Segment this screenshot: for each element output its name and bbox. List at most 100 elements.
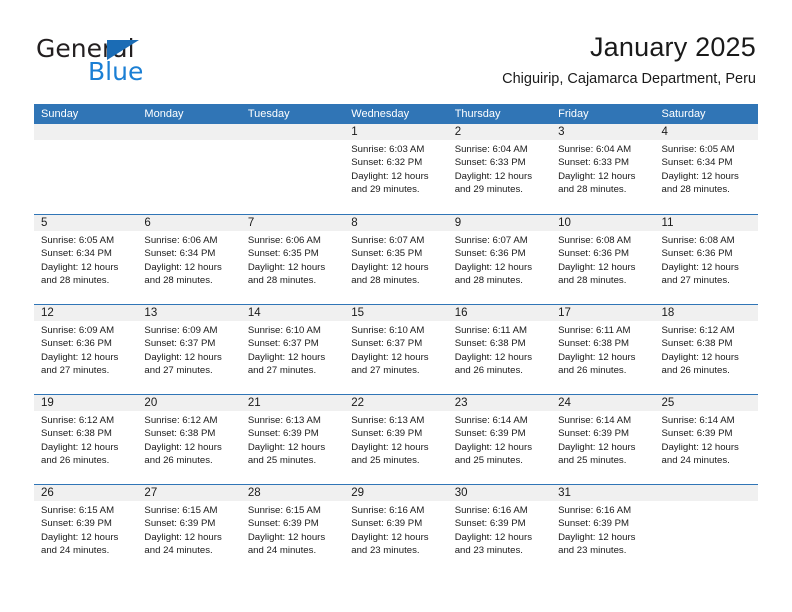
day-cell[interactable]: 12 Sunrise: 6:09 AM Sunset: 6:36 PM Dayligh… bbox=[34, 305, 138, 394]
day-details: Sunrise: 6:13 AM Sunset: 6:39 PM Daylight:… bbox=[344, 411, 447, 468]
day-cell[interactable]: 13 Sunrise: 6:09 AM Sunset: 6:37 PM Dayligh… bbox=[137, 305, 241, 394]
sunrise-text: Sunrise: 6:04 AM bbox=[558, 144, 632, 155]
day-cell[interactable]: 30 Sunrise: 6:16 AM Sunset: 6:39 PM Dayligh… bbox=[447, 485, 552, 574]
sunset-text: Sunset: 6:35 PM bbox=[351, 248, 423, 260]
day-cell[interactable]: 16 Sunrise: 6:11 AM Sunset: 6:38 PM Dayligh… bbox=[447, 305, 552, 394]
calendar-page: General Blue January 2025 Chiguirip, Caj… bbox=[0, 0, 792, 612]
day-details: Sunrise: 6:06 AM Sunset: 6:35 PM Daylight:… bbox=[241, 231, 344, 288]
day-cell[interactable]: 19 Sunrise: 6:12 AM Sunset: 6:38 PM Dayligh… bbox=[34, 395, 138, 484]
sunset-text: Sunset: 6:39 PM bbox=[351, 428, 423, 440]
sunrise-text: Sunrise: 6:16 AM bbox=[558, 505, 632, 516]
sunrise-text: Sunrise: 6:15 AM bbox=[41, 505, 115, 516]
day-details: Sunrise: 6:11 AM Sunset: 6:38 PM Daylight:… bbox=[448, 321, 551, 378]
daylight-text: Daylight: 12 hours and 23 minutes. bbox=[351, 531, 429, 557]
day-cell[interactable]: 14 Sunrise: 6:10 AM Sunset: 6:37 PM Dayligh… bbox=[240, 305, 345, 394]
daylight-text: Daylight: 12 hours and 24 minutes. bbox=[247, 531, 326, 557]
day-details: Sunrise: 6:04 AM Sunset: 6:33 PM Daylight:… bbox=[448, 140, 551, 197]
logo-text-blue: Blue bbox=[88, 57, 144, 86]
sunset-text: Sunset: 6:37 PM bbox=[247, 338, 319, 350]
day-number: 10 bbox=[551, 215, 655, 231]
sunset-text: Sunset: 6:33 PM bbox=[454, 157, 526, 169]
day-number: 3 bbox=[551, 124, 655, 140]
weeks-container: 1 Sunrise: 6:03 AM Sunset: 6:32 PM Daylight… bbox=[34, 124, 758, 574]
day-number: 15 bbox=[344, 305, 448, 321]
day-number: 29 bbox=[344, 485, 448, 501]
day-cell[interactable]: 5 Sunrise: 6:05 AM Sunset: 6:34 PM Daylight… bbox=[34, 215, 138, 304]
sunrise-text: Sunrise: 6:09 AM bbox=[41, 325, 115, 336]
day-cell[interactable]: 17 Sunrise: 6:11 AM Sunset: 6:38 PM Dayligh… bbox=[551, 305, 655, 394]
day-cell[interactable]: 29 Sunrise: 6:16 AM Sunset: 6:39 PM Dayligh… bbox=[344, 485, 448, 574]
day-details: Sunrise: 6:16 AM Sunset: 6:39 PM Daylight:… bbox=[344, 501, 447, 558]
day-cell[interactable]: 7 Sunrise: 6:06 AM Sunset: 6:35 PM Daylight… bbox=[240, 215, 345, 304]
day-number: 14 bbox=[240, 305, 345, 321]
sunrise-text: Sunrise: 6:16 AM bbox=[454, 505, 528, 516]
day-cell[interactable]: 23 Sunrise: 6:14 AM Sunset: 6:39 PM Dayligh… bbox=[447, 395, 552, 484]
sunset-text: Sunset: 6:36 PM bbox=[661, 248, 733, 260]
day-number: 7 bbox=[240, 215, 345, 231]
day-number: 5 bbox=[34, 215, 138, 231]
day-cell[interactable]: 24 Sunrise: 6:14 AM Sunset: 6:39 PM Dayligh… bbox=[551, 395, 655, 484]
day-number: 28 bbox=[240, 485, 345, 501]
day-cell[interactable]: 18 Sunrise: 6:12 AM Sunset: 6:38 PM Dayligh… bbox=[654, 305, 758, 394]
day-details: Sunrise: 6:05 AM Sunset: 6:34 PM Daylight:… bbox=[34, 231, 137, 288]
sunset-text: Sunset: 6:36 PM bbox=[41, 338, 112, 350]
page-title: January 2025 bbox=[589, 32, 756, 62]
day-number: 18 bbox=[654, 305, 758, 321]
day-cell[interactable]: 20 Sunrise: 6:12 AM Sunset: 6:38 PM Dayligh… bbox=[137, 395, 241, 484]
day-details: Sunrise: 6:03 AM Sunset: 6:32 PM Daylight:… bbox=[344, 140, 447, 197]
day-cell[interactable]: 21 Sunrise: 6:13 AM Sunset: 6:39 PM Dayligh… bbox=[240, 395, 345, 484]
sunset-text: Sunset: 6:39 PM bbox=[454, 518, 526, 530]
week-row: 19 Sunrise: 6:12 AM Sunset: 6:38 PM Dayligh… bbox=[34, 394, 758, 484]
sunrise-text: Sunrise: 6:09 AM bbox=[144, 325, 218, 336]
daylight-text: Daylight: 12 hours and 28 minutes. bbox=[558, 170, 636, 196]
day-cell[interactable]: 1 Sunrise: 6:03 AM Sunset: 6:32 PM Daylight… bbox=[344, 124, 448, 214]
day-cell-empty bbox=[34, 124, 138, 214]
sunrise-text: Sunrise: 6:08 AM bbox=[661, 235, 735, 246]
day-details: Sunrise: 6:16 AM Sunset: 6:39 PM Daylight:… bbox=[551, 501, 654, 558]
sunrise-text: Sunrise: 6:05 AM bbox=[41, 235, 115, 246]
day-details: Sunrise: 6:14 AM Sunset: 6:39 PM Daylight:… bbox=[655, 411, 758, 468]
day-number: 21 bbox=[240, 395, 345, 411]
weekday-header-friday: Friday bbox=[558, 108, 589, 120]
sunrise-text: Sunrise: 6:04 AM bbox=[454, 144, 528, 155]
day-number: 23 bbox=[447, 395, 552, 411]
sunset-text: Sunset: 6:34 PM bbox=[144, 248, 216, 260]
daylight-text: Daylight: 12 hours and 29 minutes. bbox=[351, 170, 429, 196]
general-blue-logo[interactable]: General Blue bbox=[36, 36, 236, 86]
day-cell[interactable]: 26 Sunrise: 6:15 AM Sunset: 6:39 PM Dayligh… bbox=[34, 485, 138, 574]
day-cell[interactable]: 8 Sunrise: 6:07 AM Sunset: 6:35 PM Daylight… bbox=[344, 215, 448, 304]
day-cell[interactable]: 27 Sunrise: 6:15 AM Sunset: 6:39 PM Dayligh… bbox=[137, 485, 241, 574]
day-cell[interactable]: 22 Sunrise: 6:13 AM Sunset: 6:39 PM Dayligh… bbox=[344, 395, 448, 484]
day-cell[interactable]: 10 Sunrise: 6:08 AM Sunset: 6:36 PM Dayligh… bbox=[551, 215, 655, 304]
day-cell[interactable]: 6 Sunrise: 6:06 AM Sunset: 6:34 PM Daylight… bbox=[137, 215, 241, 304]
sunrise-text: Sunrise: 6:13 AM bbox=[351, 415, 425, 426]
day-number bbox=[137, 124, 241, 140]
sunset-text: Sunset: 6:39 PM bbox=[454, 428, 526, 440]
day-number bbox=[34, 124, 138, 140]
day-details: Sunrise: 6:12 AM Sunset: 6:38 PM Daylight:… bbox=[655, 321, 758, 378]
day-details: Sunrise: 6:08 AM Sunset: 6:36 PM Daylight:… bbox=[551, 231, 654, 288]
sunset-text: Sunset: 6:38 PM bbox=[558, 338, 630, 350]
day-cell[interactable]: 2 Sunrise: 6:04 AM Sunset: 6:33 PM Daylight… bbox=[447, 124, 552, 214]
day-cell-empty bbox=[240, 124, 345, 214]
sunset-text: Sunset: 6:39 PM bbox=[558, 518, 630, 530]
sunrise-text: Sunrise: 6:12 AM bbox=[144, 415, 218, 426]
day-cell[interactable]: 4 Sunrise: 6:05 AM Sunset: 6:34 PM Daylight… bbox=[654, 124, 758, 214]
day-cell[interactable]: 31 Sunrise: 6:16 AM Sunset: 6:39 PM Dayligh… bbox=[551, 485, 655, 574]
day-cell[interactable]: 28 Sunrise: 6:15 AM Sunset: 6:39 PM Dayligh… bbox=[240, 485, 345, 574]
day-details: Sunrise: 6:05 AM Sunset: 6:34 PM Daylight:… bbox=[655, 140, 758, 197]
sunset-text: Sunset: 6:38 PM bbox=[661, 338, 733, 350]
day-details: Sunrise: 6:09 AM Sunset: 6:36 PM Daylight:… bbox=[34, 321, 137, 378]
day-number: 1 bbox=[344, 124, 448, 140]
day-details: Sunrise: 6:12 AM Sunset: 6:38 PM Daylight:… bbox=[137, 411, 240, 468]
sunrise-text: Sunrise: 6:15 AM bbox=[247, 505, 321, 516]
day-cell[interactable]: 9 Sunrise: 6:07 AM Sunset: 6:36 PM Daylight… bbox=[447, 215, 552, 304]
day-cell[interactable]: 25 Sunrise: 6:14 AM Sunset: 6:39 PM Dayligh… bbox=[654, 395, 758, 484]
day-details: Sunrise: 6:09 AM Sunset: 6:37 PM Daylight:… bbox=[137, 321, 240, 378]
daylight-text: Daylight: 12 hours and 28 minutes. bbox=[247, 261, 326, 287]
sunrise-text: Sunrise: 6:15 AM bbox=[144, 505, 218, 516]
day-cell[interactable]: 3 Sunrise: 6:04 AM Sunset: 6:33 PM Daylight… bbox=[551, 124, 655, 214]
day-cell[interactable]: 15 Sunrise: 6:10 AM Sunset: 6:37 PM Dayligh… bbox=[344, 305, 448, 394]
daylight-text: Daylight: 12 hours and 24 minutes. bbox=[144, 531, 222, 557]
day-cell[interactable]: 11 Sunrise: 6:08 AM Sunset: 6:36 PM Dayligh… bbox=[654, 215, 758, 304]
